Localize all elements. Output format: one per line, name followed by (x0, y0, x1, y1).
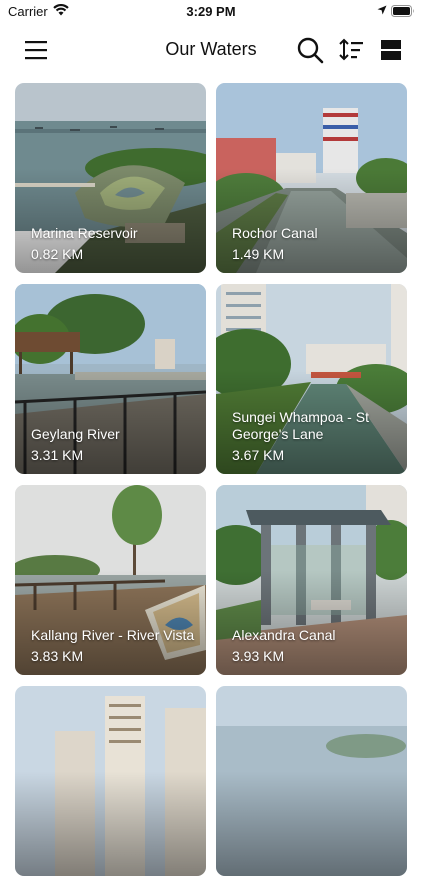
water-name: Alexandra Canal (232, 627, 336, 643)
water-distance: 3.31 KM (31, 447, 84, 463)
water-distance: 0.82 KM (31, 246, 84, 262)
nav-bar: Our Waters (0, 28, 422, 72)
water-name: Geylang River (31, 426, 120, 442)
status-bar: Carrier 3:29 PM (0, 0, 422, 24)
water-name: Kallang River - River Vista (31, 627, 195, 643)
location-arrow-icon (377, 5, 387, 15)
water-card[interactable]: Marina Reservoir 0.82 KM (15, 83, 206, 273)
card-text (232, 862, 397, 866)
water-card[interactable]: Alexandra Canal 3.93 KM (216, 485, 407, 675)
sort-icon[interactable] (338, 38, 364, 62)
water-card[interactable]: Geylang River 3.31 KM (15, 284, 206, 474)
water-distance: 3.67 KM (232, 447, 285, 463)
water-name: Rochor Canal (232, 225, 318, 241)
waters-grid: Marina Reservoir 0.82 KM Rochor Canal 1.… (15, 83, 407, 876)
card-text (31, 862, 196, 866)
card-text: Alexandra Canal 3.93 KM (232, 627, 397, 665)
water-name: Marina Reservoir (31, 225, 138, 241)
card-text: Rochor Canal 1.49 KM (232, 225, 397, 263)
water-card[interactable]: Kallang River - River Vista 3.83 KM (15, 485, 206, 675)
water-distance: 3.93 KM (232, 648, 285, 664)
battery-icon (391, 5, 414, 17)
grid-layout-icon[interactable] (380, 39, 402, 61)
card-text: Geylang River 3.31 KM (31, 426, 196, 464)
hamburger-menu-icon[interactable] (24, 39, 48, 61)
card-text: Marina Reservoir 0.82 KM (31, 225, 196, 263)
water-distance: 1.49 KM (232, 246, 285, 262)
water-name: Sungei Whampoa - St George's Lane (232, 409, 369, 442)
card-overlay (15, 686, 206, 876)
water-card[interactable]: Sungei Whampoa - St George's Lane 3.67 K… (216, 284, 407, 474)
card-text: Kallang River - River Vista 3.83 KM (31, 627, 196, 665)
water-distance: 3.83 KM (31, 648, 84, 664)
search-icon[interactable] (296, 36, 324, 64)
card-text: Sungei Whampoa - St George's Lane 3.67 K… (232, 409, 397, 464)
card-overlay (216, 686, 407, 876)
water-card[interactable] (15, 686, 206, 876)
water-card[interactable] (216, 686, 407, 876)
water-card[interactable]: Rochor Canal 1.49 KM (216, 83, 407, 273)
status-time: 3:29 PM (186, 4, 236, 19)
